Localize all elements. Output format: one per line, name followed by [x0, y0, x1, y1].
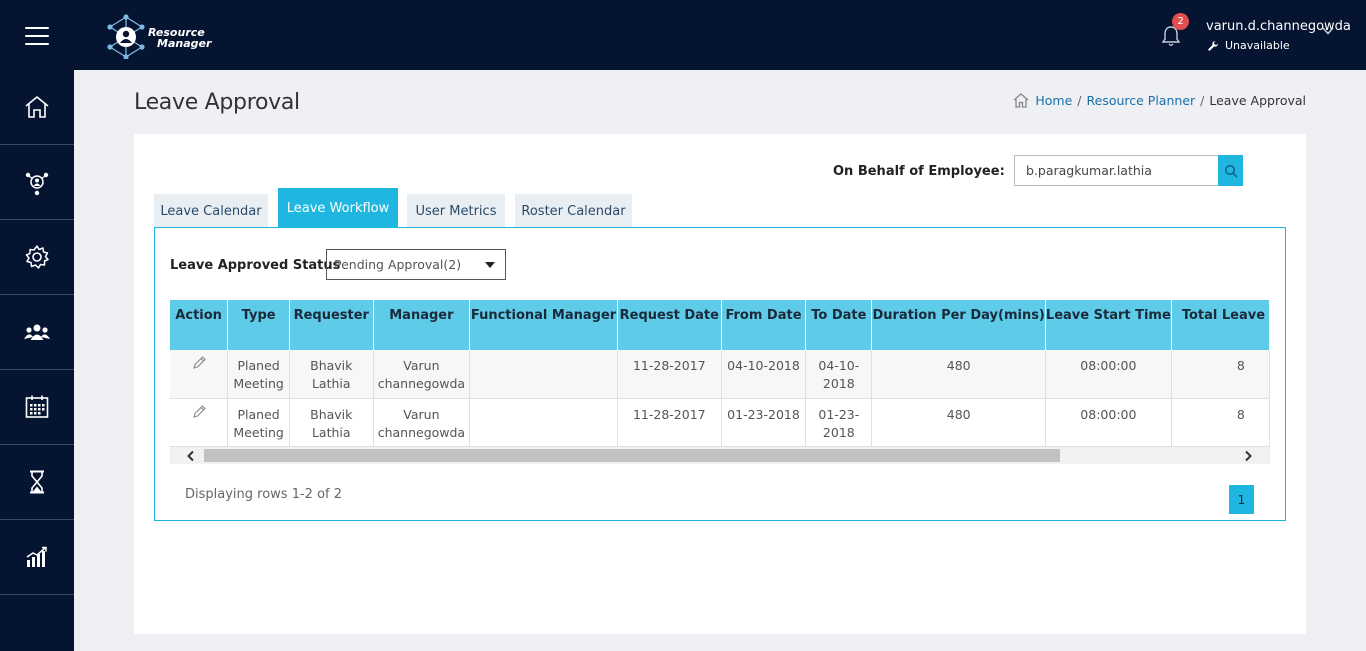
- hourglass-icon: [30, 470, 44, 494]
- column-header-leave-start-time[interactable]: Leave Start Time: [1045, 300, 1172, 350]
- top-bar: Resource Manager 2 varun.d.channegowda U…: [0, 0, 1366, 70]
- tab-roster-calendar[interactable]: Roster Calendar: [515, 194, 632, 228]
- scroll-right-arrow-icon[interactable]: [1241, 449, 1255, 462]
- column-header-action[interactable]: Action: [170, 300, 229, 350]
- cell-type: Planed Meeting: [227, 350, 291, 399]
- search-icon: [1224, 164, 1237, 177]
- tab-leave-workflow[interactable]: Leave Workflow: [278, 188, 398, 228]
- logo-text: Resource Manager: [148, 27, 211, 49]
- cell-from-date: 04-10-2018: [721, 350, 807, 399]
- cell-manager: Varun channegowda: [373, 398, 471, 447]
- app-logo[interactable]: Resource Manager: [104, 13, 224, 60]
- user-status-text: Unavailable: [1225, 39, 1290, 52]
- team-network-icon: [25, 172, 49, 196]
- behalf-label: On Behalf of Employee:: [833, 164, 1005, 179]
- breadcrumb-resource-planner[interactable]: Resource Planner: [1087, 93, 1196, 108]
- chevron-down-icon[interactable]: [1321, 24, 1335, 38]
- status-filter-label: Leave Approved Status: [170, 258, 341, 273]
- breadcrumb-separator: /: [1200, 92, 1205, 108]
- table-row: Planed Meeting Bhavik Lathia Varun chann…: [170, 398, 1270, 447]
- column-header-requester[interactable]: Requester: [289, 300, 374, 350]
- leave-table-wrapper: Action Type Requester Manager Functional…: [170, 300, 1270, 447]
- nav-item-team[interactable]: [0, 145, 74, 220]
- cell-functional-manager: [469, 398, 618, 447]
- table-horizontal-scrollbar[interactable]: [170, 447, 1270, 464]
- logo-network-icon: [107, 14, 145, 60]
- scroll-left-arrow-icon[interactable]: [184, 449, 198, 462]
- rows-info-text: Displaying rows 1-2 of 2: [185, 487, 343, 502]
- nav-item-calendar[interactable]: [0, 370, 74, 445]
- cell-requester: Bhavik Lathia: [289, 350, 374, 399]
- users-group-icon: [24, 324, 50, 340]
- hamburger-menu-icon[interactable]: [25, 27, 49, 45]
- logo-line2: Manager: [157, 37, 212, 50]
- cell-total-leave: 8: [1171, 398, 1270, 447]
- nav-item-users[interactable]: [0, 295, 74, 370]
- cell-to-date: 01-23-2018: [805, 398, 873, 447]
- side-nav: [0, 70, 74, 651]
- breadcrumb-current: Leave Approval: [1209, 92, 1306, 108]
- scrollbar-thumb[interactable]: [204, 449, 1060, 462]
- nav-item-timesheet[interactable]: [0, 445, 74, 520]
- cell-leave-start-time: 08:00:00: [1045, 350, 1172, 399]
- gear-icon: [25, 245, 49, 269]
- table-row: Planed Meeting Bhavik Lathia Varun chann…: [170, 350, 1270, 399]
- page-title: Leave Approval: [134, 90, 300, 115]
- cell-to-date: 04-10-2018: [805, 350, 873, 399]
- status-filter-value: Pending Approval(2): [334, 257, 462, 272]
- leave-table: Action Type Requester Manager Functional…: [170, 300, 1270, 447]
- nav-item-home[interactable]: [0, 70, 74, 145]
- cell-functional-manager: [469, 350, 618, 399]
- status-filter-select[interactable]: Pending Approval(2): [326, 249, 506, 280]
- column-header-to-date[interactable]: To Date: [805, 300, 873, 350]
- behalf-search-button[interactable]: [1218, 155, 1243, 186]
- pagination-page-1[interactable]: 1: [1229, 485, 1254, 514]
- breadcrumb-home[interactable]: Home: [1035, 93, 1072, 108]
- tab-user-metrics[interactable]: User Metrics: [407, 194, 505, 228]
- user-status[interactable]: Unavailable: [1207, 39, 1290, 52]
- breadcrumb: Home / Resource Planner / Leave Approval: [1012, 92, 1306, 108]
- column-header-total-leave[interactable]: Total Leave: [1171, 300, 1270, 350]
- tab-leave-calendar[interactable]: Leave Calendar: [154, 194, 268, 228]
- wrench-icon: [1208, 40, 1219, 51]
- breadcrumb-home-icon[interactable]: [1012, 92, 1030, 108]
- notification-badge: 2: [1172, 13, 1189, 30]
- cell-leave-start-time: 08:00:00: [1045, 398, 1172, 447]
- cell-request-date: 11-28-2017: [617, 398, 722, 447]
- cell-type: Planed Meeting: [227, 398, 291, 447]
- column-header-duration[interactable]: Duration Per Day(mins): [871, 300, 1046, 350]
- column-header-request-date[interactable]: Request Date: [617, 300, 722, 350]
- action-cell: [170, 350, 229, 399]
- cell-from-date: 01-23-2018: [721, 398, 807, 447]
- cell-requester: Bhavik Lathia: [289, 398, 374, 447]
- nav-item-settings[interactable]: [0, 220, 74, 295]
- cell-request-date: 11-28-2017: [617, 350, 722, 399]
- action-cell: [170, 398, 229, 447]
- table-header-row: Action Type Requester Manager Functional…: [170, 300, 1270, 350]
- nav-item-reports[interactable]: [0, 520, 74, 595]
- dropdown-caret-icon: [485, 262, 495, 268]
- calendar-icon: [25, 395, 49, 418]
- column-header-manager[interactable]: Manager: [373, 300, 471, 350]
- column-header-functional-manager[interactable]: Functional Manager: [469, 300, 618, 350]
- cell-total-leave: 8: [1171, 350, 1270, 399]
- column-header-from-date[interactable]: From Date: [721, 300, 807, 350]
- edit-pencil-icon[interactable]: [191, 404, 207, 420]
- cell-manager: Varun channegowda: [373, 350, 471, 399]
- bar-chart-icon: [26, 546, 47, 567]
- column-header-type[interactable]: Type: [227, 300, 291, 350]
- edit-pencil-icon[interactable]: [191, 355, 207, 371]
- home-icon: [25, 95, 49, 118]
- cell-duration: 480: [871, 398, 1046, 447]
- cell-duration: 480: [871, 350, 1046, 399]
- behalf-employee-input[interactable]: [1014, 155, 1219, 186]
- breadcrumb-separator: /: [1077, 92, 1082, 108]
